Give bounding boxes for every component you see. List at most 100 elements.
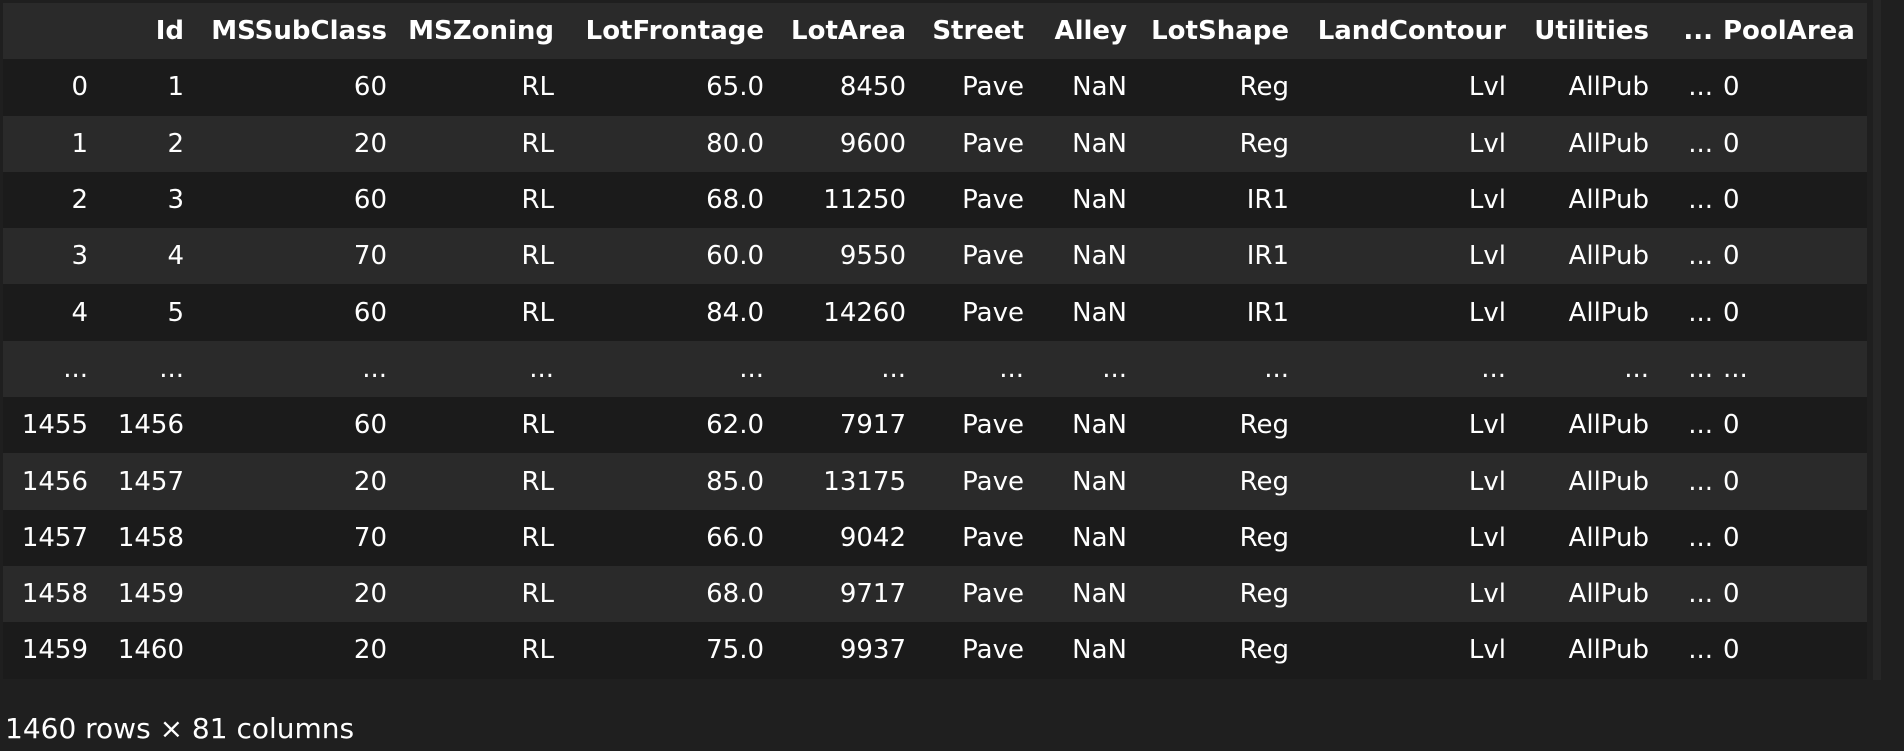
table-cell: NaN bbox=[1034, 284, 1137, 341]
column-header-street: Street bbox=[916, 3, 1034, 60]
table-cell: Pave bbox=[916, 284, 1034, 341]
index-header bbox=[3, 3, 98, 60]
row-index-cell: 1456 bbox=[3, 453, 98, 510]
table-cell: 1459 bbox=[98, 565, 194, 623]
column-header-mszoning: MSZoning bbox=[397, 3, 564, 60]
dataframe-shape-summary: 1460 rows × 81 columns bbox=[5, 712, 355, 745]
table-cell: 60 bbox=[194, 284, 397, 341]
table-cell: RL bbox=[397, 284, 564, 341]
row-index-cell: ... bbox=[3, 340, 98, 398]
table-cell: Pave bbox=[916, 59, 1034, 116]
table-cell: Pave bbox=[916, 228, 1034, 285]
dataframe-viewport[interactable]: Id MSSubClass MSZoning LotFrontage LotAr… bbox=[3, 3, 1867, 679]
scrollbar-track[interactable] bbox=[1873, 0, 1881, 680]
row-index-cell: 0 bbox=[3, 59, 98, 116]
table-cell: ... bbox=[1299, 340, 1516, 398]
table-cell: Lvl bbox=[1299, 115, 1516, 172]
table-cell: RL bbox=[397, 453, 564, 510]
table-cell: RL bbox=[397, 509, 564, 566]
table-cell: AllPub bbox=[1516, 622, 1659, 679]
table-cell: 60 bbox=[194, 59, 397, 116]
table-row: 1456 1457 20 RL 85.0 13175 Pave NaN Reg Lvl AllPub… bbox=[3, 453, 1867, 510]
table-cell: NaN bbox=[1034, 565, 1137, 623]
table-cell: 60.0 bbox=[564, 228, 774, 285]
ellipsis-cell: ... bbox=[1659, 284, 1723, 341]
table-cell: ... bbox=[194, 340, 397, 398]
table-cell: 5 bbox=[98, 284, 194, 341]
table-cell: Lvl bbox=[1299, 397, 1516, 454]
column-header-lotfrontage: LotFrontage bbox=[564, 3, 774, 60]
table-cell: 75.0 bbox=[564, 622, 774, 679]
table-cell: Lvl bbox=[1299, 453, 1516, 510]
table-cell: NaN bbox=[1034, 509, 1137, 566]
table-cell: 60 bbox=[194, 171, 397, 229]
table-cell: RL bbox=[397, 622, 564, 679]
table-cell: Reg bbox=[1137, 115, 1299, 172]
table-cell: 0 bbox=[1723, 171, 1867, 229]
table-cell: 4 bbox=[98, 228, 194, 285]
ellipsis-cell: ... bbox=[1659, 171, 1723, 229]
table-row: 3 4 70 RL 60.0 9550 Pave NaN IR1 Lvl AllPub... 0 bbox=[3, 228, 1867, 285]
table-cell: 68.0 bbox=[564, 565, 774, 623]
column-header-id: Id bbox=[98, 3, 194, 60]
table-cell: 9717 bbox=[774, 565, 916, 623]
table-cell: 68.0 bbox=[564, 171, 774, 229]
table-row: ....................................... bbox=[3, 340, 1867, 398]
table-cell: 0 bbox=[1723, 453, 1867, 510]
table-cell: NaN bbox=[1034, 115, 1137, 172]
table-cell: RL bbox=[397, 171, 564, 229]
row-index-cell: 2 bbox=[3, 171, 98, 229]
table-cell: 9937 bbox=[774, 622, 916, 679]
table-cell: 7917 bbox=[774, 397, 916, 454]
table-row: 0 1 60 RL 65.0 8450 Pave NaN Reg Lvl AllPub... 0 bbox=[3, 59, 1867, 116]
table-cell: IR1 bbox=[1137, 228, 1299, 285]
vertical-scrollbar[interactable] bbox=[1867, 0, 1904, 680]
table-cell: Reg bbox=[1137, 59, 1299, 116]
table-cell: NaN bbox=[1034, 622, 1137, 679]
table-row: 1457 1458 70 RL 66.0 9042 Pave NaN Reg Lvl AllPub.… bbox=[3, 509, 1867, 566]
table-cell: 65.0 bbox=[564, 59, 774, 116]
table-cell: AllPub bbox=[1516, 171, 1659, 229]
table-cell: 20 bbox=[194, 453, 397, 510]
dataframe-table: Id MSSubClass MSZoning LotFrontage LotAr… bbox=[3, 3, 1867, 679]
table-cell: NaN bbox=[1034, 228, 1137, 285]
table-cell: 80.0 bbox=[564, 115, 774, 172]
table-cell: 0 bbox=[1723, 509, 1867, 566]
table-cell: Lvl bbox=[1299, 509, 1516, 566]
table-cell: 1458 bbox=[98, 509, 194, 566]
column-header-alley: Alley bbox=[1034, 3, 1137, 60]
table-cell: 0 bbox=[1723, 565, 1867, 623]
column-header-ellipsis: ... bbox=[1659, 3, 1723, 60]
table-cell: AllPub bbox=[1516, 509, 1659, 566]
table-cell: 13175 bbox=[774, 453, 916, 510]
column-header-lotarea: LotArea bbox=[774, 3, 916, 60]
table-cell: 84.0 bbox=[564, 284, 774, 341]
table-cell: 8450 bbox=[774, 59, 916, 116]
table-cell: ... bbox=[1034, 340, 1137, 398]
row-index-cell: 1458 bbox=[3, 565, 98, 623]
table-cell: 2 bbox=[98, 115, 194, 172]
table-cell: NaN bbox=[1034, 171, 1137, 229]
table-cell: 9600 bbox=[774, 115, 916, 172]
table-cell: NaN bbox=[1034, 397, 1137, 454]
table-cell: 62.0 bbox=[564, 397, 774, 454]
column-header-mssubclass: MSSubClass bbox=[194, 3, 397, 60]
table-cell: 1457 bbox=[98, 453, 194, 510]
table-cell: Pave bbox=[916, 453, 1034, 510]
table-cell: 60 bbox=[194, 397, 397, 454]
table-cell: Reg bbox=[1137, 509, 1299, 566]
table-cell: ... bbox=[1723, 340, 1867, 398]
table-cell: 9042 bbox=[774, 509, 916, 566]
column-header-utilities: Utilities bbox=[1516, 3, 1659, 60]
table-cell: AllPub bbox=[1516, 565, 1659, 623]
table-cell: Reg bbox=[1137, 453, 1299, 510]
table-row: 1458 1459 20 RL 68.0 9717 Pave NaN Reg Lvl AllPub.… bbox=[3, 565, 1867, 623]
table-cell: IR1 bbox=[1137, 284, 1299, 341]
table-cell: AllPub bbox=[1516, 453, 1659, 510]
table-cell: 1456 bbox=[98, 397, 194, 454]
row-index-cell: 3 bbox=[3, 228, 98, 285]
ellipsis-cell: ... bbox=[1659, 565, 1723, 623]
column-header-lotshape: LotShape bbox=[1137, 3, 1299, 60]
table-cell: AllPub bbox=[1516, 228, 1659, 285]
ellipsis-cell: ... bbox=[1659, 115, 1723, 172]
